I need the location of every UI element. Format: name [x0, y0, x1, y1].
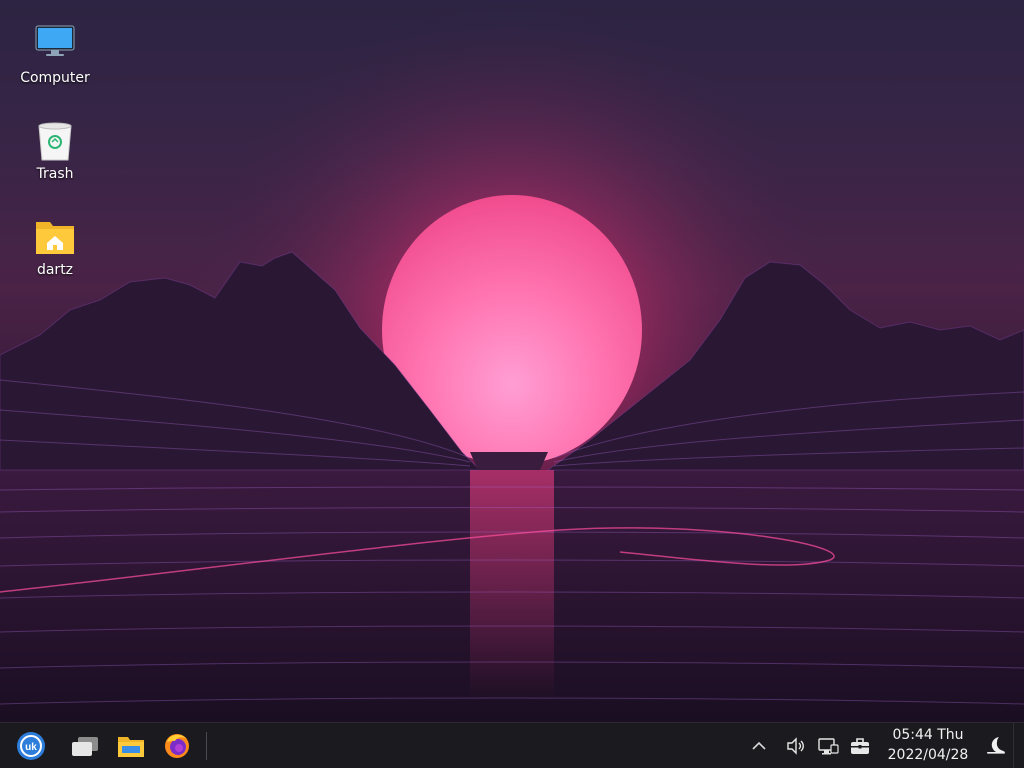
desktop-icon-computer[interactable]: Computer	[6, 8, 104, 98]
folder-icon	[118, 737, 144, 757]
file-manager-button[interactable]	[115, 730, 147, 762]
svg-text:uk: uk	[25, 742, 37, 753]
desktop-icon-label: Computer	[20, 70, 90, 86]
network-icon	[818, 738, 839, 755]
clock[interactable]: 05:44 Thu 2022/04/28	[882, 725, 974, 767]
show-hidden-icons-button[interactable]	[747, 734, 771, 758]
toolbox-button[interactable]	[848, 734, 872, 758]
monitor-icon	[35, 25, 75, 56]
home-folder-icon	[36, 222, 74, 254]
night-mode-button[interactable]	[984, 734, 1008, 758]
desktop-icon-trash[interactable]: Trash	[6, 104, 104, 194]
firefox-icon	[165, 734, 189, 758]
desktop-icon-label: dartz	[36, 262, 74, 278]
firefox-button[interactable]	[161, 730, 193, 762]
desktop[interactable]: Computer Trash dartz	[0, 0, 1024, 722]
launcher-icon: uk	[17, 732, 45, 760]
trash-icon	[38, 122, 72, 161]
network-button[interactable]	[816, 734, 840, 758]
moon-icon	[987, 737, 1005, 754]
desktop-icon-label: Trash	[36, 166, 74, 182]
clock-date: 2022/04/28	[887, 747, 969, 763]
windows-icon	[72, 737, 98, 756]
volume-button[interactable]	[784, 734, 808, 758]
briefcase-icon	[851, 738, 869, 754]
chevron-up-icon	[752, 741, 766, 750]
show-desktop-button[interactable]	[1013, 723, 1024, 768]
start-menu-button[interactable]: uk	[15, 730, 47, 762]
wallpaper	[0, 0, 1024, 722]
taskbar-separator	[206, 732, 207, 760]
multitask-view-button[interactable]	[69, 730, 101, 762]
speaker-icon	[787, 737, 804, 755]
desktop-icon-home[interactable]: dartz	[6, 200, 104, 290]
clock-time: 05:44 Thu	[892, 727, 964, 743]
taskbar: uk 05:44 Thu 2022/04/28	[0, 722, 1024, 768]
